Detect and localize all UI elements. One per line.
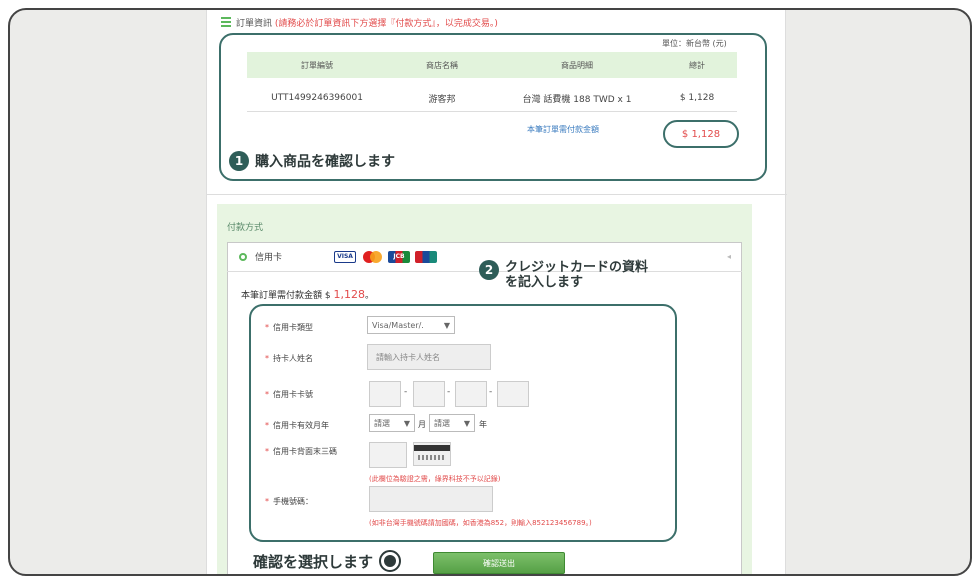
card-type-select[interactable]: Visa/Master/. ▼	[367, 316, 455, 334]
card-number-label: * 信用卡卡號	[265, 390, 313, 399]
col-order-id: 訂單編號	[301, 60, 333, 70]
currency-unit: 單位：新台幣 (元)	[662, 39, 727, 48]
confirm-annotation: 確認を選択します	[253, 550, 402, 572]
cvv-label: * 信用卡背面末三碼	[265, 447, 337, 456]
list-icon	[221, 17, 231, 27]
chevron-down-icon: ▼	[403, 418, 410, 428]
order-total-label: 本筆訂單需付款金額	[527, 125, 599, 134]
table-row: UTT1499246396001 游客邦 台灣 話費機 188 TWD x 1 …	[247, 88, 737, 108]
step1-annotation: 1 購入商品を確認します	[229, 151, 395, 171]
holder-name-label: * 持卡人姓名	[265, 354, 313, 363]
card-number-input-1[interactable]	[369, 381, 401, 407]
card-type-label: * 信用卡類型	[265, 323, 313, 332]
screenshot-frame: 訂單資訊 (請務必於訂單資訊下方選擇『付款方式』，以完成交易。) 單位：新台幣 …	[8, 8, 972, 576]
unionpay-icon	[415, 250, 438, 263]
col-store: 商店名稱	[426, 60, 458, 70]
dash: -	[489, 387, 493, 397]
step2-annotation: 2 クレジットカードの資料 を記入します	[479, 260, 648, 290]
cell-item: 台灣 話費機 188 TWD x 1	[522, 94, 632, 105]
phone-note: (如非台灣手機號碼請加國碼，如香港為852，則輸入852123456789。)	[369, 519, 592, 527]
col-item: 商品明細	[561, 60, 593, 70]
holder-name-input[interactable]: 請輸入持卡人姓名	[367, 344, 491, 370]
cvv-note: (此欄位為驗證之需，綠界科技不予以記錄)	[369, 475, 501, 483]
card-back-icon	[413, 442, 451, 466]
submit-button[interactable]: 確認送出	[433, 552, 565, 574]
payment-section-title: 付款方式	[227, 223, 264, 233]
step1-text: 購入商品を確認します	[255, 154, 395, 170]
year-unit: 年	[479, 420, 487, 429]
cell-order-id: UTT1499246396001	[271, 93, 363, 103]
dash: -	[447, 387, 451, 397]
checkout-page: 訂單資訊 (請務必於訂單資訊下方選擇『付款方式』，以完成交易。) 單位：新台幣 …	[206, 10, 787, 574]
step2-badge: 2	[479, 260, 499, 280]
order-table-header: 訂單編號 商店名稱 商品明細 總計	[247, 52, 737, 78]
chevron-down-icon: ▼	[443, 320, 450, 330]
dash: -	[404, 387, 408, 397]
month-unit: 月	[418, 420, 426, 429]
phone-label: * 手機號碼：	[265, 497, 313, 506]
order-info-note: (請務必於訂單資訊下方選擇『付款方式』，以完成交易。)	[274, 19, 498, 29]
collapse-icon[interactable]: ◂	[727, 252, 731, 261]
jcb-icon: JCB	[388, 250, 411, 263]
radio-selected-icon[interactable]	[239, 252, 247, 261]
card-number-input-3[interactable]	[455, 381, 487, 407]
row-divider	[247, 111, 737, 112]
phone-input[interactable]	[369, 486, 493, 512]
step2-text: クレジットカードの資料 を記入します	[505, 260, 649, 290]
card-number-input-4[interactable]	[497, 381, 529, 407]
cell-store: 游客邦	[428, 94, 456, 105]
expiry-month-select[interactable]: 請選 ▼	[369, 414, 415, 432]
card-logos: VISA JCB	[334, 250, 438, 263]
expiry-year-select[interactable]: 請選 ▼	[429, 414, 475, 432]
target-circle-icon	[379, 550, 402, 572]
cell-total: $ 1,128	[679, 93, 715, 103]
confirm-text: 確認を選択します	[253, 552, 374, 571]
payment-amount: 本筆訂單需付款金額 $ 1,128。	[241, 288, 374, 301]
section-divider	[207, 194, 787, 195]
order-total-amount: $ 1,128	[663, 120, 739, 148]
expiry-label: * 信用卡有效月年	[265, 421, 329, 430]
mastercard-icon	[361, 250, 384, 263]
step1-badge: 1	[229, 151, 249, 171]
chevron-down-icon: ▼	[463, 418, 470, 428]
visa-icon: VISA	[334, 250, 357, 263]
col-total: 總計	[689, 60, 705, 70]
cvv-input[interactable]	[369, 442, 407, 468]
credit-card-label: 信用卡	[255, 253, 283, 263]
order-info-title: 訂單資訊 (請務必於訂單資訊下方選擇『付款方式』，以完成交易。)	[221, 16, 498, 29]
card-number-input-2[interactable]	[413, 381, 445, 407]
